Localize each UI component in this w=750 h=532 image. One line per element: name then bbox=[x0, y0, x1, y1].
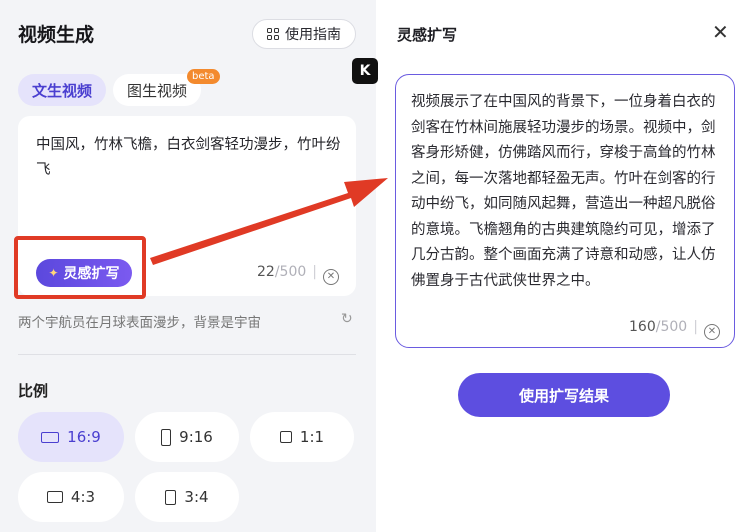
tab-text-to-video[interactable]: 文生视频 bbox=[18, 74, 106, 106]
ratio-9-16[interactable]: 9:16 bbox=[135, 412, 239, 462]
panel-title: 视频生成 bbox=[18, 24, 95, 46]
app-logo: K bbox=[352, 58, 378, 84]
refresh-icon[interactable]: ↻ bbox=[341, 311, 353, 327]
expanded-result-text[interactable]: 视频展示了在中国风的背景下，一位身着白衣的剑客在竹林间施展轻功漫步的场景。视频中… bbox=[411, 90, 723, 294]
ratio-label: 9:16 bbox=[179, 428, 213, 446]
landscape-ratio-icon bbox=[46, 491, 63, 503]
prompt-suggestion[interactable]: 两个宇航员在月球表面漫步，背景是宇宙 bbox=[18, 311, 261, 331]
ratio-label: 4:3 bbox=[70, 488, 96, 506]
result-char-counter: 160/500 | ✕ bbox=[629, 319, 720, 340]
tab-label: 文生视频 bbox=[31, 81, 92, 100]
ratio-section-label: 比例 bbox=[18, 382, 49, 400]
ratio-3-4[interactable]: 3:4 bbox=[135, 472, 239, 522]
landscape-ratio-icon bbox=[41, 431, 60, 443]
clear-icon[interactable]: ✕ bbox=[703, 323, 720, 340]
expand-panel-title: 灵感扩写 bbox=[397, 26, 458, 44]
expand-button-label: 灵感扩写 bbox=[63, 266, 120, 282]
apply-expansion-button[interactable]: 使用扩写结果 bbox=[458, 373, 670, 417]
ratio-label: 16:9 bbox=[67, 428, 101, 446]
prompt-char-counter: 22/500 | ✕ bbox=[257, 264, 339, 285]
clear-icon[interactable]: ✕ bbox=[323, 268, 339, 285]
close-icon[interactable]: ✕ bbox=[712, 20, 729, 44]
char-count: 22 bbox=[257, 264, 275, 280]
prompt-text[interactable]: 中国风，竹林飞檐，白衣剑客轻功漫步，竹叶纷飞 bbox=[36, 133, 344, 183]
ratio-label: 3:4 bbox=[184, 488, 209, 506]
ratio-4-3[interactable]: 4:3 bbox=[18, 472, 124, 522]
char-max: /500 bbox=[655, 319, 688, 335]
square-ratio-icon bbox=[279, 431, 292, 443]
grid-icon bbox=[267, 28, 279, 40]
guide-button-label: 使用指南 bbox=[285, 27, 341, 43]
inspiration-expand-button[interactable]: ✦ 灵感扩写 bbox=[36, 259, 132, 287]
ratio-16-9[interactable]: 16:9 bbox=[18, 412, 124, 462]
divider bbox=[18, 354, 356, 355]
magic-wand-icon: ✦ bbox=[48, 266, 59, 280]
portrait-ratio-icon bbox=[161, 428, 172, 446]
char-max: /500 bbox=[274, 264, 307, 280]
portrait-ratio-icon bbox=[165, 489, 177, 505]
char-count: 160 bbox=[629, 319, 656, 335]
tab-label: 图生视频 bbox=[126, 81, 187, 100]
guide-button[interactable]: 使用指南 bbox=[252, 19, 356, 49]
ratio-label: 1:1 bbox=[299, 428, 325, 446]
ratio-1-1[interactable]: 1:1 bbox=[250, 412, 354, 462]
beta-badge: beta bbox=[187, 69, 220, 84]
